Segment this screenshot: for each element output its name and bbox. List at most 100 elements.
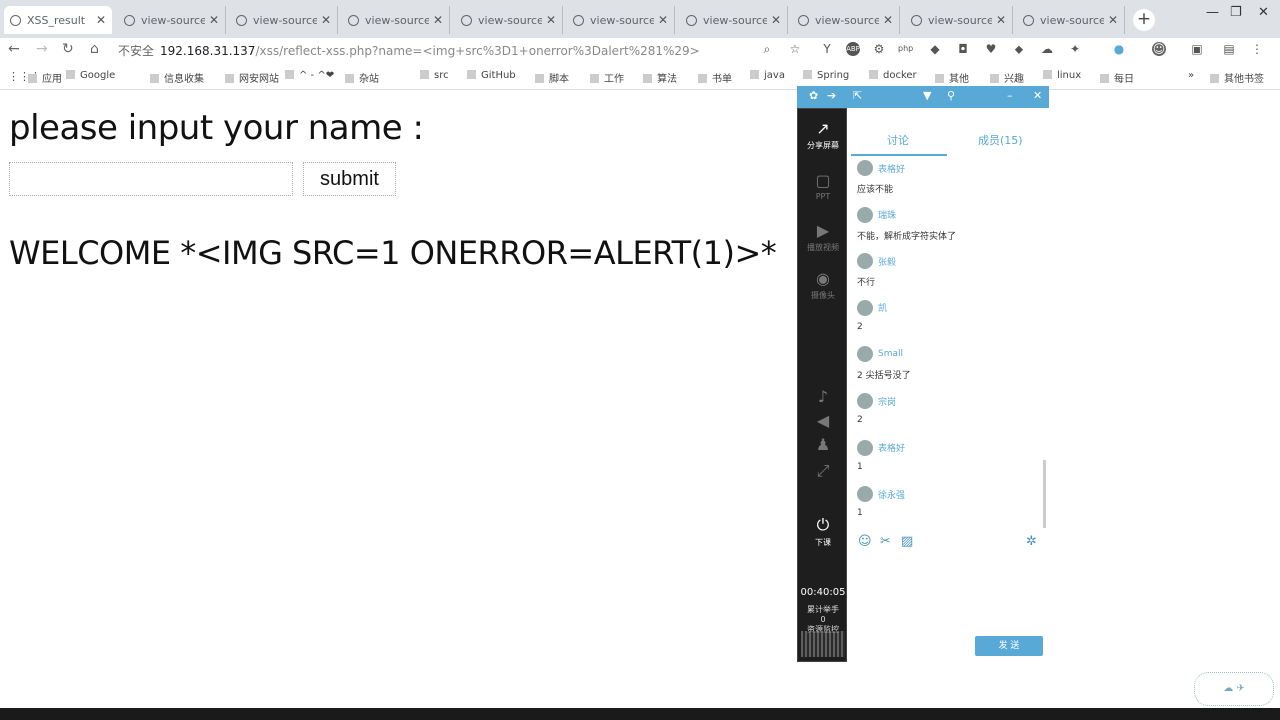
tab-discussion[interactable]: 讨论 (887, 132, 909, 148)
address-bar[interactable]: 不安全 192.168.31.137/xss/reflect-xss.php?na… (118, 42, 700, 59)
bookmark-item[interactable]: 网安网站 (225, 70, 279, 85)
bookmarks-overflow-button[interactable]: » (1188, 70, 1194, 81)
cast-icon[interactable]: ▣ (1190, 42, 1204, 56)
bookmark-item[interactable]: 书单 (698, 70, 732, 85)
close-tab-icon[interactable]: ✕ (658, 13, 668, 27)
settings-icon[interactable]: ✲ (1026, 534, 1037, 549)
pocket-icon[interactable]: ◘ (956, 42, 970, 56)
bookmark-item[interactable]: 应用 (28, 70, 62, 85)
bookmark-label: 信息收集 (164, 74, 204, 85)
close-tab-icon[interactable]: ✕ (546, 13, 556, 27)
scissors-icon[interactable]: ✂ (880, 534, 891, 549)
chat-scrollbar[interactable] (1043, 460, 1046, 528)
extension-icon[interactable]: ✦ (1068, 42, 1082, 56)
minimize-panel-icon[interactable]: – (1007, 89, 1013, 102)
minimize-button[interactable]: — (1206, 5, 1219, 20)
close-tab-icon[interactable]: ✕ (209, 13, 219, 27)
share-icon[interactable]: ⇱ (853, 89, 862, 102)
browser-tab[interactable]: view-source ✕ (342, 6, 450, 34)
globe-icon (573, 14, 584, 26)
maximize-button[interactable]: ❐ (1230, 5, 1242, 20)
extension-icon[interactable]: ⬥ (1012, 42, 1026, 56)
emoji-icon[interactable]: ☺ (858, 534, 872, 549)
close-tab-icon[interactable]: ✕ (321, 13, 331, 27)
bookmark-star-icon[interactable]: ☆ (788, 42, 802, 56)
extension-icon[interactable]: ♥ (984, 42, 998, 56)
bookmark-item[interactable]: 杂站 (345, 70, 379, 85)
menu-icon[interactable]: ⋮ (1250, 42, 1264, 56)
browser-tab[interactable]: view-source ✕ (118, 6, 226, 34)
zoom-icon[interactable]: ⌕ (760, 42, 774, 56)
bookmark-item[interactable]: 脚本 (535, 70, 569, 85)
avatar (857, 346, 873, 363)
bookmark-item[interactable]: Google (66, 70, 115, 81)
bookmark-label: java (764, 70, 785, 81)
bookmark-item[interactable]: 信息收集 (150, 70, 204, 85)
reload-icon[interactable]: ↻ (62, 41, 74, 57)
php-extension-icon[interactable]: php (898, 42, 913, 56)
submit-button[interactable]: submit (303, 162, 396, 196)
arrow-icon[interactable]: ➔ (827, 89, 836, 102)
close-window-button[interactable]: ✕ (1258, 5, 1269, 20)
settings-icon[interactable]: ✿ (809, 89, 818, 102)
back-arrow-icon[interactable]: ← (8, 41, 20, 57)
send-button[interactable]: 发 送 (975, 636, 1043, 656)
speaker-icon[interactable]: ◀ (798, 411, 848, 432)
forward-arrow-icon[interactable]: → (36, 41, 48, 57)
other-bookmarks[interactable]: 其他书签 (1210, 70, 1264, 85)
browser-tab[interactable]: view-source ✕ (567, 6, 675, 34)
extension-icon[interactable]: ▤ (1222, 42, 1236, 56)
sidebar-item-icon: ◉ (816, 269, 830, 288)
browser-tab[interactable]: view-source ✕ (455, 6, 563, 34)
bookmark-item[interactable]: 其他 (935, 70, 969, 85)
browser-tab[interactable]: view-source ✕ (905, 6, 1013, 34)
end-class-button[interactable]: ⏻ 下课 (798, 515, 848, 548)
bookmark-item[interactable]: src (420, 70, 449, 81)
bookmark-item[interactable]: 算法 (643, 70, 677, 85)
sidebar-item[interactable]: ↗ 分享屏幕 (798, 119, 848, 151)
bookmark-item[interactable]: linux (1043, 70, 1081, 81)
browser-tab[interactable]: view-source ✕ (680, 6, 788, 34)
sidebar-item[interactable]: ▢ PPT (798, 171, 848, 201)
cloud-icon[interactable]: ☁ (1040, 42, 1054, 56)
bookmark-item[interactable]: ^ - ^❤ (285, 70, 334, 81)
extension-icon[interactable]: Y (820, 42, 834, 56)
extension-icon[interactable]: ⚙ (872, 42, 886, 56)
browser-tab[interactable]: view-source ✕ (230, 6, 338, 34)
close-tab-icon[interactable]: ✕ (996, 13, 1006, 27)
extension-icon[interactable]: ◆ (928, 42, 942, 56)
name-input[interactable] (9, 162, 293, 196)
bookmark-item[interactable]: Spring (803, 70, 849, 81)
pin-icon[interactable]: ⚲ (947, 89, 955, 102)
bookmark-item[interactable]: docker (869, 70, 917, 81)
close-tab-icon[interactable]: ✕ (433, 13, 443, 27)
dropdown-icon[interactable]: ▼ (923, 89, 931, 102)
sidebar-item[interactable]: ▶ 播放视频 (798, 221, 848, 253)
avatar[interactable]: ☺ (1152, 42, 1166, 56)
close-tab-icon[interactable]: ✕ (1108, 13, 1118, 27)
bookmark-item[interactable]: 每日 (1100, 70, 1134, 85)
bookmark-item[interactable]: GitHub (467, 70, 516, 81)
home-icon[interactable]: ⌂ (90, 41, 99, 57)
tab-members[interactable]: 成员(15) (978, 132, 1023, 148)
fullscreen-icon[interactable]: ⤢ (798, 461, 848, 483)
bookmark-item[interactable]: 兴趣 (990, 70, 1024, 85)
browser-tab[interactable]: XSS_result ✕ (4, 6, 112, 34)
globe-icon (348, 14, 359, 26)
close-tab-icon[interactable]: ✕ (771, 13, 781, 27)
extension-icon[interactable]: ● (1112, 42, 1126, 56)
bookmark-item[interactable]: java (750, 70, 785, 81)
close-panel-icon[interactable]: ✕ (1033, 89, 1042, 102)
adblock-icon[interactable]: ABP (846, 42, 860, 56)
browser-tab[interactable]: view-source ✕ (1017, 6, 1125, 34)
sidebar-item[interactable]: ◉ 摄像头 (798, 269, 848, 301)
close-tab-icon[interactable]: ✕ (883, 13, 893, 27)
close-tab-icon[interactable]: ✕ (96, 13, 106, 27)
not-secure-label[interactable]: 不安全 (118, 44, 154, 58)
new-tab-button[interactable]: + (1133, 9, 1155, 31)
audience-icon[interactable]: ♟ (798, 435, 848, 456)
browser-tab[interactable]: view-source ✕ (792, 6, 900, 34)
bookmark-item[interactable]: 工作 (590, 70, 624, 85)
microphone-icon[interactable]: ♪ (798, 387, 848, 408)
image-icon[interactable]: ▨ (901, 534, 913, 549)
